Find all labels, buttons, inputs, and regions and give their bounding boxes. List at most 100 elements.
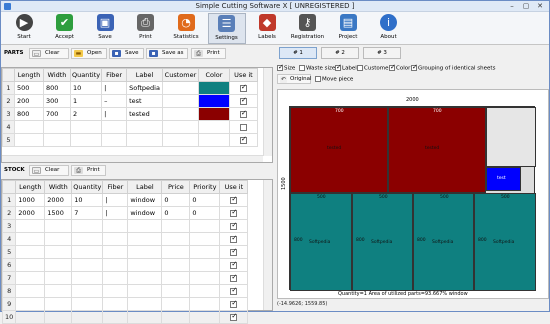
- label-cell[interactable]: [127, 310, 163, 324]
- use-it-cell[interactable]: [219, 193, 249, 207]
- color-cell[interactable]: [197, 107, 230, 121]
- waste-size-option[interactable]: Waste size: [299, 65, 335, 72]
- use-it-cell[interactable]: [228, 81, 258, 95]
- use-it-cell[interactable]: [219, 310, 249, 324]
- column-header[interactable]: Use it: [228, 68, 258, 82]
- color-option[interactable]: Color: [389, 63, 410, 72]
- piece-softpedia-4[interactable]: 500 800 Softpedia: [474, 193, 536, 291]
- price-cell[interactable]: [161, 310, 191, 324]
- column-header[interactable]: [2, 68, 15, 82]
- row-number[interactable]: 4: [1, 232, 17, 246]
- parts-save-as-button[interactable]: ▪ Save as: [146, 48, 188, 59]
- price-cell[interactable]: [161, 271, 191, 285]
- width-cell[interactable]: [43, 120, 71, 134]
- stock-vertical-scrollbar[interactable]: [263, 180, 272, 310]
- priority-cell[interactable]: [189, 271, 221, 285]
- column-header[interactable]: Customer: [161, 68, 199, 82]
- project-button[interactable]: ▤ Project: [329, 13, 367, 44]
- width-cell[interactable]: 700: [43, 107, 71, 121]
- label-cell[interactable]: test: [126, 94, 163, 108]
- column-header[interactable]: [1, 180, 17, 194]
- width-cell[interactable]: [44, 310, 73, 324]
- about-button[interactable]: i About: [370, 13, 408, 44]
- use-it-cell[interactable]: [219, 297, 249, 311]
- width-cell[interactable]: [44, 297, 73, 311]
- width-cell[interactable]: 1500: [44, 206, 73, 220]
- length-cell[interactable]: [15, 258, 46, 272]
- column-header[interactable]: Label: [126, 68, 163, 82]
- length-cell[interactable]: [14, 120, 44, 134]
- size-checkbox[interactable]: [277, 63, 284, 71]
- use-it-cell[interactable]: [228, 94, 258, 108]
- qty-cell[interactable]: 7: [71, 206, 104, 220]
- priority-cell[interactable]: [189, 297, 221, 311]
- label-cell[interactable]: Softpedia: [126, 81, 163, 95]
- qty-cell[interactable]: 10: [69, 81, 103, 95]
- price-cell[interactable]: [161, 284, 191, 298]
- fiber-cell[interactable]: [102, 232, 129, 246]
- use-it-checkbox[interactable]: [230, 286, 238, 295]
- price-cell[interactable]: [161, 245, 191, 259]
- width-cell[interactable]: [44, 284, 73, 298]
- customer-cell[interactable]: [161, 81, 199, 95]
- customer-option[interactable]: Customer: [357, 65, 391, 72]
- parts-open-button[interactable]: ▬ Open: [71, 48, 107, 59]
- use-it-checkbox[interactable]: [230, 221, 238, 230]
- use-it-cell[interactable]: [219, 245, 249, 259]
- fiber-cell[interactable]: [102, 310, 129, 324]
- column-header[interactable]: Quantity: [71, 180, 104, 194]
- label-cell[interactable]: [127, 284, 163, 298]
- customer-checkbox[interactable]: [357, 65, 363, 71]
- label-cell[interactable]: [127, 258, 163, 272]
- row-number[interactable]: 1: [2, 81, 15, 95]
- color-cell[interactable]: [197, 133, 230, 147]
- qty-cell[interactable]: 10: [71, 193, 104, 207]
- table-row[interactable]: 4: [1, 232, 249, 246]
- piece-test[interactable]: test: [486, 167, 521, 191]
- label-cell[interactable]: window: [127, 193, 163, 207]
- use-it-checkbox[interactable]: [230, 260, 238, 269]
- use-it-checkbox[interactable]: [230, 208, 238, 217]
- waste-size-checkbox[interactable]: [299, 65, 305, 71]
- column-header[interactable]: Width: [44, 180, 73, 194]
- stock-print-button[interactable]: ⎙ Print: [71, 165, 106, 176]
- row-number[interactable]: 2: [2, 94, 15, 108]
- maximize-button[interactable]: ▢: [519, 1, 533, 11]
- qty-cell[interactable]: [71, 258, 104, 272]
- table-row[interactable]: 4: [2, 120, 258, 134]
- label-cell[interactable]: [127, 232, 163, 246]
- priority-cell[interactable]: 0: [189, 206, 221, 220]
- label-cell[interactable]: [126, 133, 163, 147]
- label-cell[interactable]: [127, 245, 163, 259]
- table-row[interactable]: 1 1000 2000 10 | window 0 0: [1, 193, 249, 207]
- sheet-tab-2[interactable]: # 2: [321, 47, 359, 59]
- price-cell[interactable]: 0: [161, 193, 191, 207]
- priority-cell[interactable]: [189, 284, 221, 298]
- length-cell[interactable]: [15, 271, 46, 285]
- width-cell[interactable]: [44, 232, 73, 246]
- color-cell[interactable]: [197, 81, 230, 95]
- use-it-checkbox[interactable]: [239, 123, 247, 131]
- registration-button[interactable]: ⚷ Registration: [289, 13, 327, 44]
- move-piece-option[interactable]: Move piece: [315, 76, 353, 83]
- piece-softpedia-3[interactable]: 500 800 Softpedia: [413, 193, 474, 291]
- width-cell[interactable]: [43, 133, 71, 147]
- save-button[interactable]: ▣ Save: [86, 13, 124, 44]
- length-cell[interactable]: 2000: [15, 206, 46, 220]
- table-row[interactable]: 2 200 300 1– test: [2, 94, 258, 108]
- customer-cell[interactable]: [161, 120, 199, 134]
- piece-softpedia-2[interactable]: 500 800 Softpedia: [352, 193, 413, 291]
- use-it-checkbox[interactable]: [230, 234, 238, 243]
- use-it-checkbox[interactable]: [230, 195, 238, 204]
- length-cell[interactable]: [15, 310, 46, 324]
- table-row[interactable]: 7: [1, 271, 249, 285]
- piece-tested-2[interactable]: 700 tested: [388, 107, 486, 193]
- stock-clear-button[interactable]: ▭ Clear: [29, 165, 69, 176]
- table-row[interactable]: 3: [1, 219, 249, 233]
- length-cell[interactable]: 500: [14, 81, 44, 95]
- fiber-cell[interactable]: |: [101, 81, 128, 95]
- color-cell[interactable]: [197, 94, 230, 108]
- use-it-checkbox[interactable]: [239, 135, 247, 144]
- column-header[interactable]: Width: [43, 68, 71, 82]
- fiber-cell[interactable]: [102, 258, 129, 272]
